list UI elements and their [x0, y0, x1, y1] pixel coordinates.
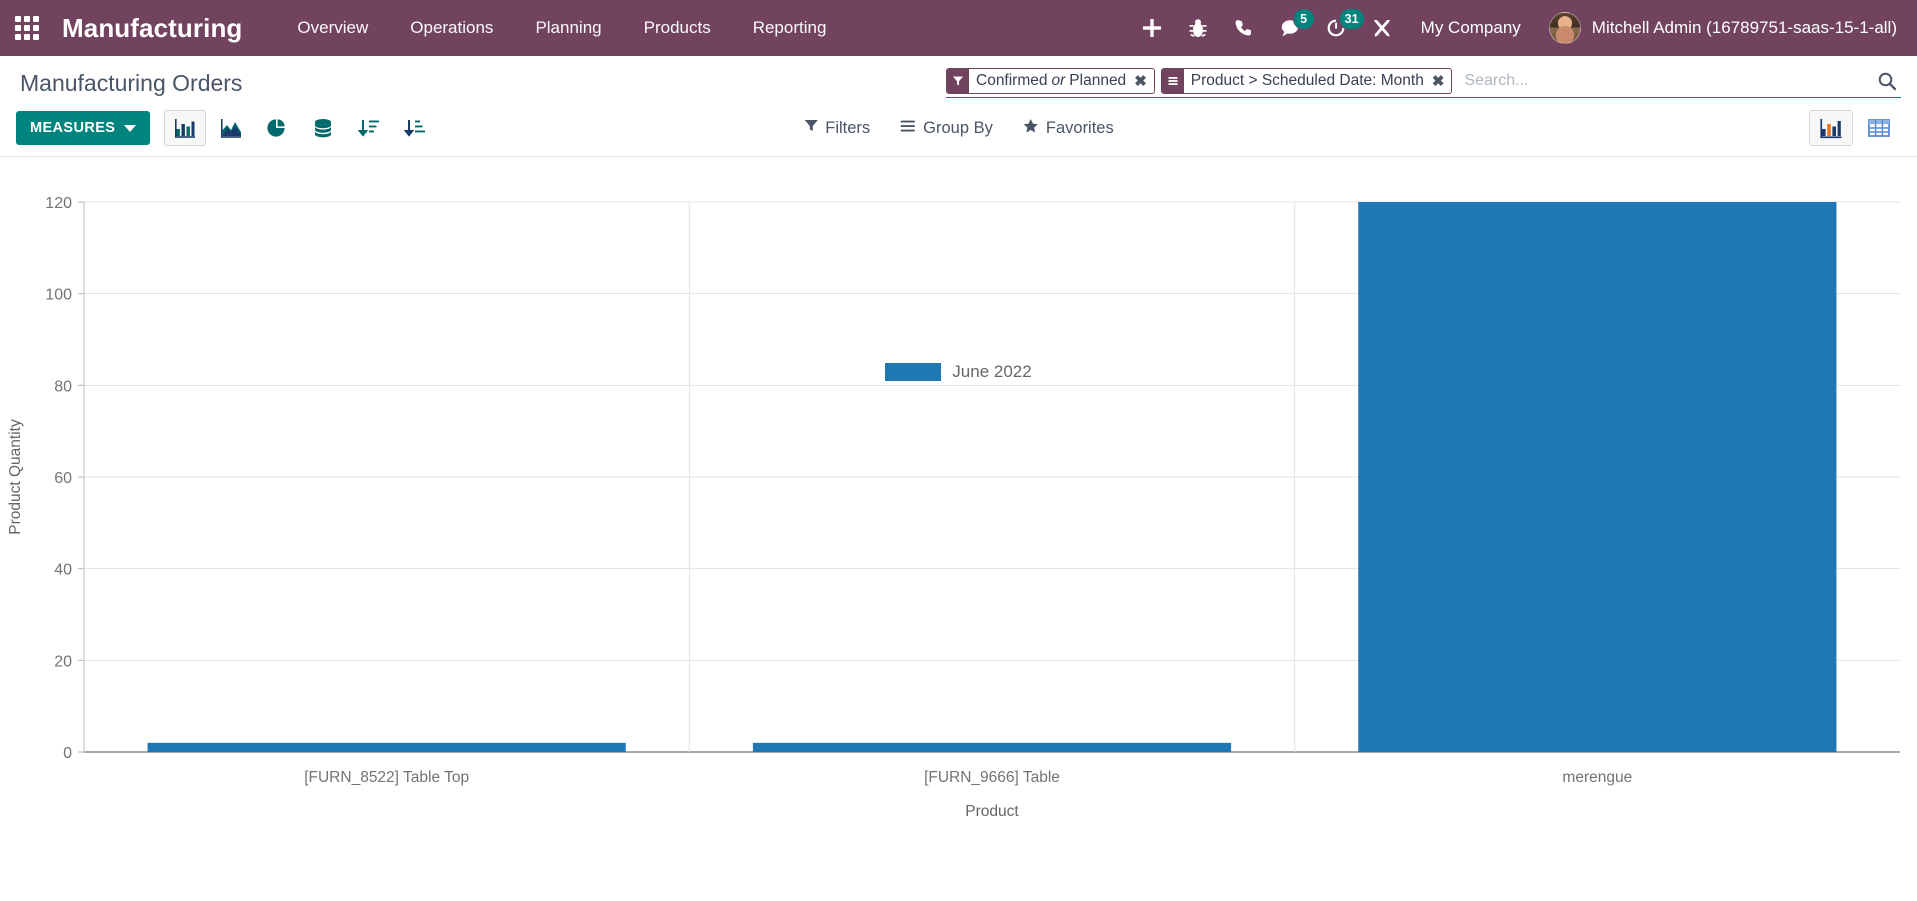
bar-chart-canvas[interactable]: 0 20 40 60 80 100 120 [FURN_8522] Table Top [FUR…	[0, 157, 1917, 893]
sort-descending-icon[interactable]	[348, 110, 390, 146]
bar-2	[1358, 202, 1837, 752]
favorites-dropdown-label: Favorites	[1045, 118, 1114, 137]
svg-text:60: 60	[54, 470, 72, 487]
app-brand-title[interactable]: Manufacturing	[62, 13, 242, 44]
facet-filter-status-label: Confirmed or Planned	[969, 69, 1131, 93]
svg-text:0: 0	[63, 745, 72, 762]
facet-remove-icon[interactable]: ✖	[1131, 69, 1154, 93]
control-panel-top-row: Manufacturing Orders Confirmed or Planne…	[0, 56, 1917, 102]
top-navbar: Manufacturing Overview Operations Planni…	[0, 0, 1917, 56]
wrench-tools-icon[interactable]	[1359, 0, 1405, 56]
graph-view-icon[interactable]	[1809, 110, 1853, 146]
plus-icon[interactable]	[1129, 0, 1175, 56]
groupby-bars-icon	[900, 119, 916, 138]
facet-filter-status[interactable]: Confirmed or Planned ✖	[946, 68, 1155, 94]
company-switcher[interactable]: My Company	[1405, 18, 1537, 38]
chart-type-button-group	[164, 110, 440, 146]
bug-icon[interactable]	[1175, 0, 1221, 56]
facet-groupby-product-date[interactable]: Product > Scheduled Date: Month ✖	[1160, 68, 1453, 94]
bar-0	[147, 742, 626, 752]
svg-text:20: 20	[54, 653, 72, 670]
avatar	[1548, 12, 1581, 44]
filters-dropdown-label: Filters	[825, 118, 871, 137]
svg-text:100: 100	[45, 287, 72, 304]
messages-icon[interactable]: 5	[1267, 0, 1315, 56]
facet-groupby-label: Product > Scheduled Date: Month	[1190, 72, 1424, 89]
search-facets: Confirmed or Planned ✖ Product > Schedul…	[946, 68, 1458, 94]
search-dropdown-group: Filters Group By Favorites	[803, 118, 1114, 139]
filters-dropdown[interactable]: Filters	[803, 118, 870, 138]
svg-text:40: 40	[54, 562, 72, 579]
search-view: Confirmed or Planned ✖ Product > Schedul…	[946, 68, 1901, 98]
bar-chart-icon[interactable]	[164, 110, 207, 146]
svg-text:[FURN_9666] Table: [FURN_9666] Table	[924, 769, 1060, 786]
search-icon[interactable]	[1869, 71, 1901, 91]
chevron-down-icon	[124, 124, 137, 132]
graph-view: June 2022 0 20 40 60 80 100 120 [FURN_8522] Tab…	[0, 157, 1917, 893]
stacked-database-icon[interactable]	[302, 110, 344, 146]
svg-text:80: 80	[54, 378, 72, 395]
view-switcher	[1805, 110, 1901, 146]
svg-text:merengue: merengue	[1562, 769, 1632, 786]
facet-remove-icon[interactable]: ✖	[1429, 69, 1452, 93]
control-panel: Manufacturing Orders Confirmed or Planne…	[0, 56, 1917, 157]
sort-ascending-icon[interactable]	[394, 110, 436, 146]
control-panel-bottom-row: MEASURES Filters Group By Favorites	[0, 102, 1917, 156]
menu-item-overview[interactable]: Overview	[276, 0, 389, 56]
line-area-chart-icon[interactable]	[210, 110, 252, 146]
pie-chart-icon[interactable]	[256, 110, 298, 146]
groupby-dropdown-label: Group By	[923, 118, 993, 137]
menu-item-reporting[interactable]: Reporting	[732, 0, 848, 56]
facet-text-planned: Planned	[1069, 72, 1127, 89]
filter-icon	[803, 118, 818, 138]
filter-icon	[947, 69, 969, 93]
list-view-icon[interactable]	[1857, 110, 1901, 146]
phone-icon[interactable]	[1221, 0, 1267, 56]
user-menu[interactable]: Mitchell Admin (16789751-saas-15-1-all)	[1537, 12, 1903, 44]
svg-text:Product Quantity: Product Quantity	[7, 419, 24, 535]
messages-badge-count: 5	[1292, 8, 1315, 30]
groupby-dropdown[interactable]: Group By	[900, 119, 993, 138]
facet-text-or: or	[1051, 72, 1066, 89]
apps-grid-icon[interactable]	[10, 11, 44, 45]
measures-button[interactable]: MEASURES	[16, 111, 151, 145]
svg-text:120: 120	[45, 195, 72, 212]
menu-item-products[interactable]: Products	[623, 0, 732, 56]
search-input[interactable]	[1458, 70, 1869, 92]
user-name-label: Mitchell Admin (16789751-saas-15-1-all)	[1591, 18, 1897, 37]
navbar-systray: 5 31 My Company Mitchell Admin (16789751…	[1129, 0, 1903, 56]
menu-item-operations[interactable]: Operations	[389, 0, 514, 56]
star-icon	[1023, 118, 1039, 139]
favorites-dropdown[interactable]: Favorites	[1023, 118, 1114, 139]
bar-1	[752, 742, 1232, 752]
groupby-bars-icon	[1161, 69, 1184, 93]
main-menu: Overview Operations Planning Products Re…	[276, 0, 847, 56]
facet-text-confirmed: Confirmed	[976, 72, 1048, 89]
svg-text:Product: Product	[965, 803, 1019, 820]
breadcrumb: Manufacturing Orders	[20, 70, 243, 96]
activity-clock-icon[interactable]: 31	[1313, 0, 1365, 56]
measures-button-label: MEASURES	[30, 120, 116, 136]
svg-text:[FURN_8522] Table Top: [FURN_8522] Table Top	[304, 769, 469, 786]
menu-item-planning[interactable]: Planning	[514, 0, 622, 56]
